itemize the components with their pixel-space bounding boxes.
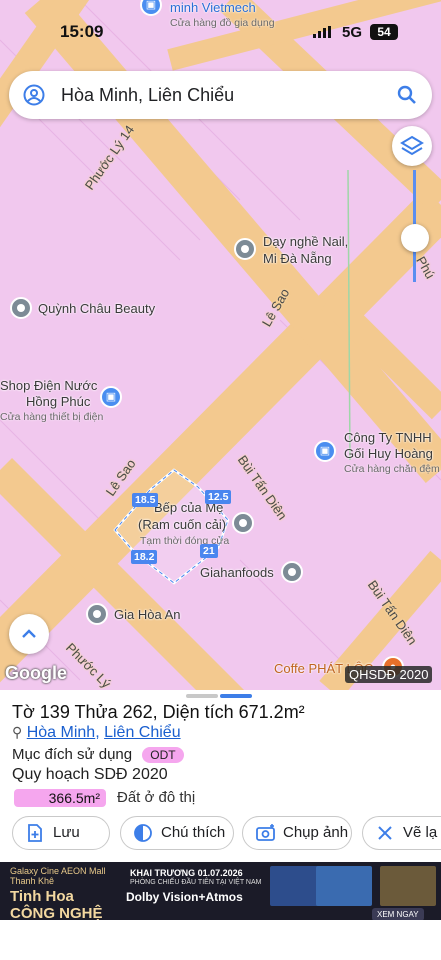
poi-label: (Ram cuốn cải) xyxy=(138,517,227,532)
photo-label: Chụp ảnh xyxy=(283,824,349,841)
expand-button[interactable] xyxy=(9,614,49,654)
purpose-label: Mục đích sử dụng xyxy=(12,746,133,763)
status-time: 15:09 xyxy=(60,22,104,41)
save-button[interactable]: Lưu xyxy=(12,816,110,850)
status-bar: 15:09 5G 54 xyxy=(0,22,441,44)
place-pin-icon[interactable] xyxy=(86,603,108,625)
layer-tag: QHSDĐ 2020 xyxy=(345,666,433,683)
place-pin-icon[interactable] xyxy=(10,297,32,319)
location-pin-icon: ⚲ xyxy=(12,724,23,740)
account-icon[interactable] xyxy=(23,84,45,106)
poi-sub: Cửa hàng chăn đệm xyxy=(344,463,440,475)
ad-headline: KHAI TRƯƠNG 01.07.2026 xyxy=(130,868,243,878)
parcel-edge-label: 18.5 xyxy=(132,493,159,507)
parcel-title: Tờ 139 Thửa 262, Diện tích 671.2m² xyxy=(12,702,305,722)
network-type: 5G xyxy=(342,24,363,41)
land-use-purpose: Mục đích sử dụng ODT xyxy=(12,746,184,763)
signal-icon xyxy=(313,26,331,38)
store-icon[interactable]: ▣ xyxy=(100,386,122,408)
save-label: Lưu xyxy=(53,824,80,841)
poi-sub: Cửa hàng thiết bị điện xyxy=(0,411,104,423)
ad-tech: Dolby Vision+Atmos xyxy=(126,890,243,904)
chevron-up-icon xyxy=(22,629,36,638)
opacity-slider-handle[interactable] xyxy=(401,224,429,252)
map-view[interactable]: Phước Lý 14 Lê Sao Lê Sao Bùi Tấn Diên B… xyxy=(0,0,441,690)
poi-label: Công Ty TNHH xyxy=(344,430,432,445)
parcel-edge-label: 18.2 xyxy=(131,550,158,564)
search-text[interactable]: Hòa Minh, Liên Chiểu xyxy=(61,85,234,106)
camera-icon xyxy=(256,824,275,841)
google-logo: Google xyxy=(5,663,67,683)
search-icon[interactable] xyxy=(396,84,418,106)
poi-label: Mi Đà Nẵng xyxy=(263,251,332,266)
store-icon[interactable]: ▣ xyxy=(314,440,336,462)
sheet-handle[interactable] xyxy=(186,694,218,698)
poi-label: Quỳnh Châu Beauty xyxy=(38,301,156,316)
parcel-address: ⚲ Hòa Minh, Liên Chiểu xyxy=(12,724,181,741)
ad-image xyxy=(316,866,372,906)
ad-cta-button[interactable]: XEM NGAY xyxy=(372,908,424,920)
ad-brand-line2: Tinh Hoa CÔNG NGHỆ ĐIỆN ẢNH xyxy=(10,888,103,920)
legend-label: Chú thích xyxy=(161,824,226,841)
poi-label: Shop Điện Nước xyxy=(0,378,98,393)
ad-image xyxy=(380,866,436,906)
ad-banner[interactable]: Galaxy Cine AEON Mall Thanh Khê Tinh Hoa… xyxy=(0,862,441,920)
layers-icon xyxy=(400,135,424,156)
poi-label: Hồng Phúc xyxy=(26,394,91,409)
draw-button[interactable]: Vẽ lạ xyxy=(362,816,441,850)
place-pin-icon[interactable] xyxy=(281,561,303,583)
place-pin-icon[interactable] xyxy=(234,238,256,260)
photo-button[interactable]: Chụp ảnh xyxy=(242,816,352,850)
poi-label: Dạy nghề Nail, xyxy=(263,234,349,249)
district-link[interactable]: Liên Chiểu xyxy=(104,724,181,741)
draw-icon xyxy=(378,826,392,840)
poi-label: Gia Hòa An xyxy=(114,607,181,622)
poi-label: minh Vietmech xyxy=(170,0,256,15)
poi-label: Gối Huy Hoàng xyxy=(344,446,433,461)
ad-brand: Galaxy Cine AEON Mall Thanh Khê Tinh Hoa… xyxy=(10,866,120,920)
poi-label: Giahanfoods xyxy=(200,565,274,580)
parcel-edge-label: 21 xyxy=(200,544,218,558)
layers-button[interactable] xyxy=(392,126,432,166)
legend-button[interactable]: Chú thích xyxy=(120,816,234,850)
sheet-handle-active[interactable] xyxy=(220,694,252,698)
save-icon xyxy=(28,824,42,842)
legend-icon xyxy=(134,824,152,842)
ad-brand-line1: Galaxy Cine AEON Mall Thanh Khê xyxy=(10,866,106,886)
battery-icon: 54 xyxy=(370,24,398,40)
plan-label: Quy hoạch SDĐ 2020 xyxy=(12,766,168,783)
restaurant-icon[interactable] xyxy=(232,512,254,534)
ward-link[interactable]: Hòa Minh xyxy=(27,724,95,741)
draw-label: Vẽ lạ xyxy=(403,824,438,841)
purpose-code-badge: ODT xyxy=(142,747,184,763)
plan-area-description: Đất ở đô thị xyxy=(117,789,196,806)
ad-subline: PHÒNG CHIẾU ĐẦU TIÊN TẠI VIỆT NAM xyxy=(130,879,262,886)
plan-area-bar: 366.5m² xyxy=(14,789,106,807)
parcel-edge-label: 12.5 xyxy=(205,490,232,504)
search-bar[interactable]: Hòa Minh, Liên Chiểu xyxy=(9,71,432,119)
